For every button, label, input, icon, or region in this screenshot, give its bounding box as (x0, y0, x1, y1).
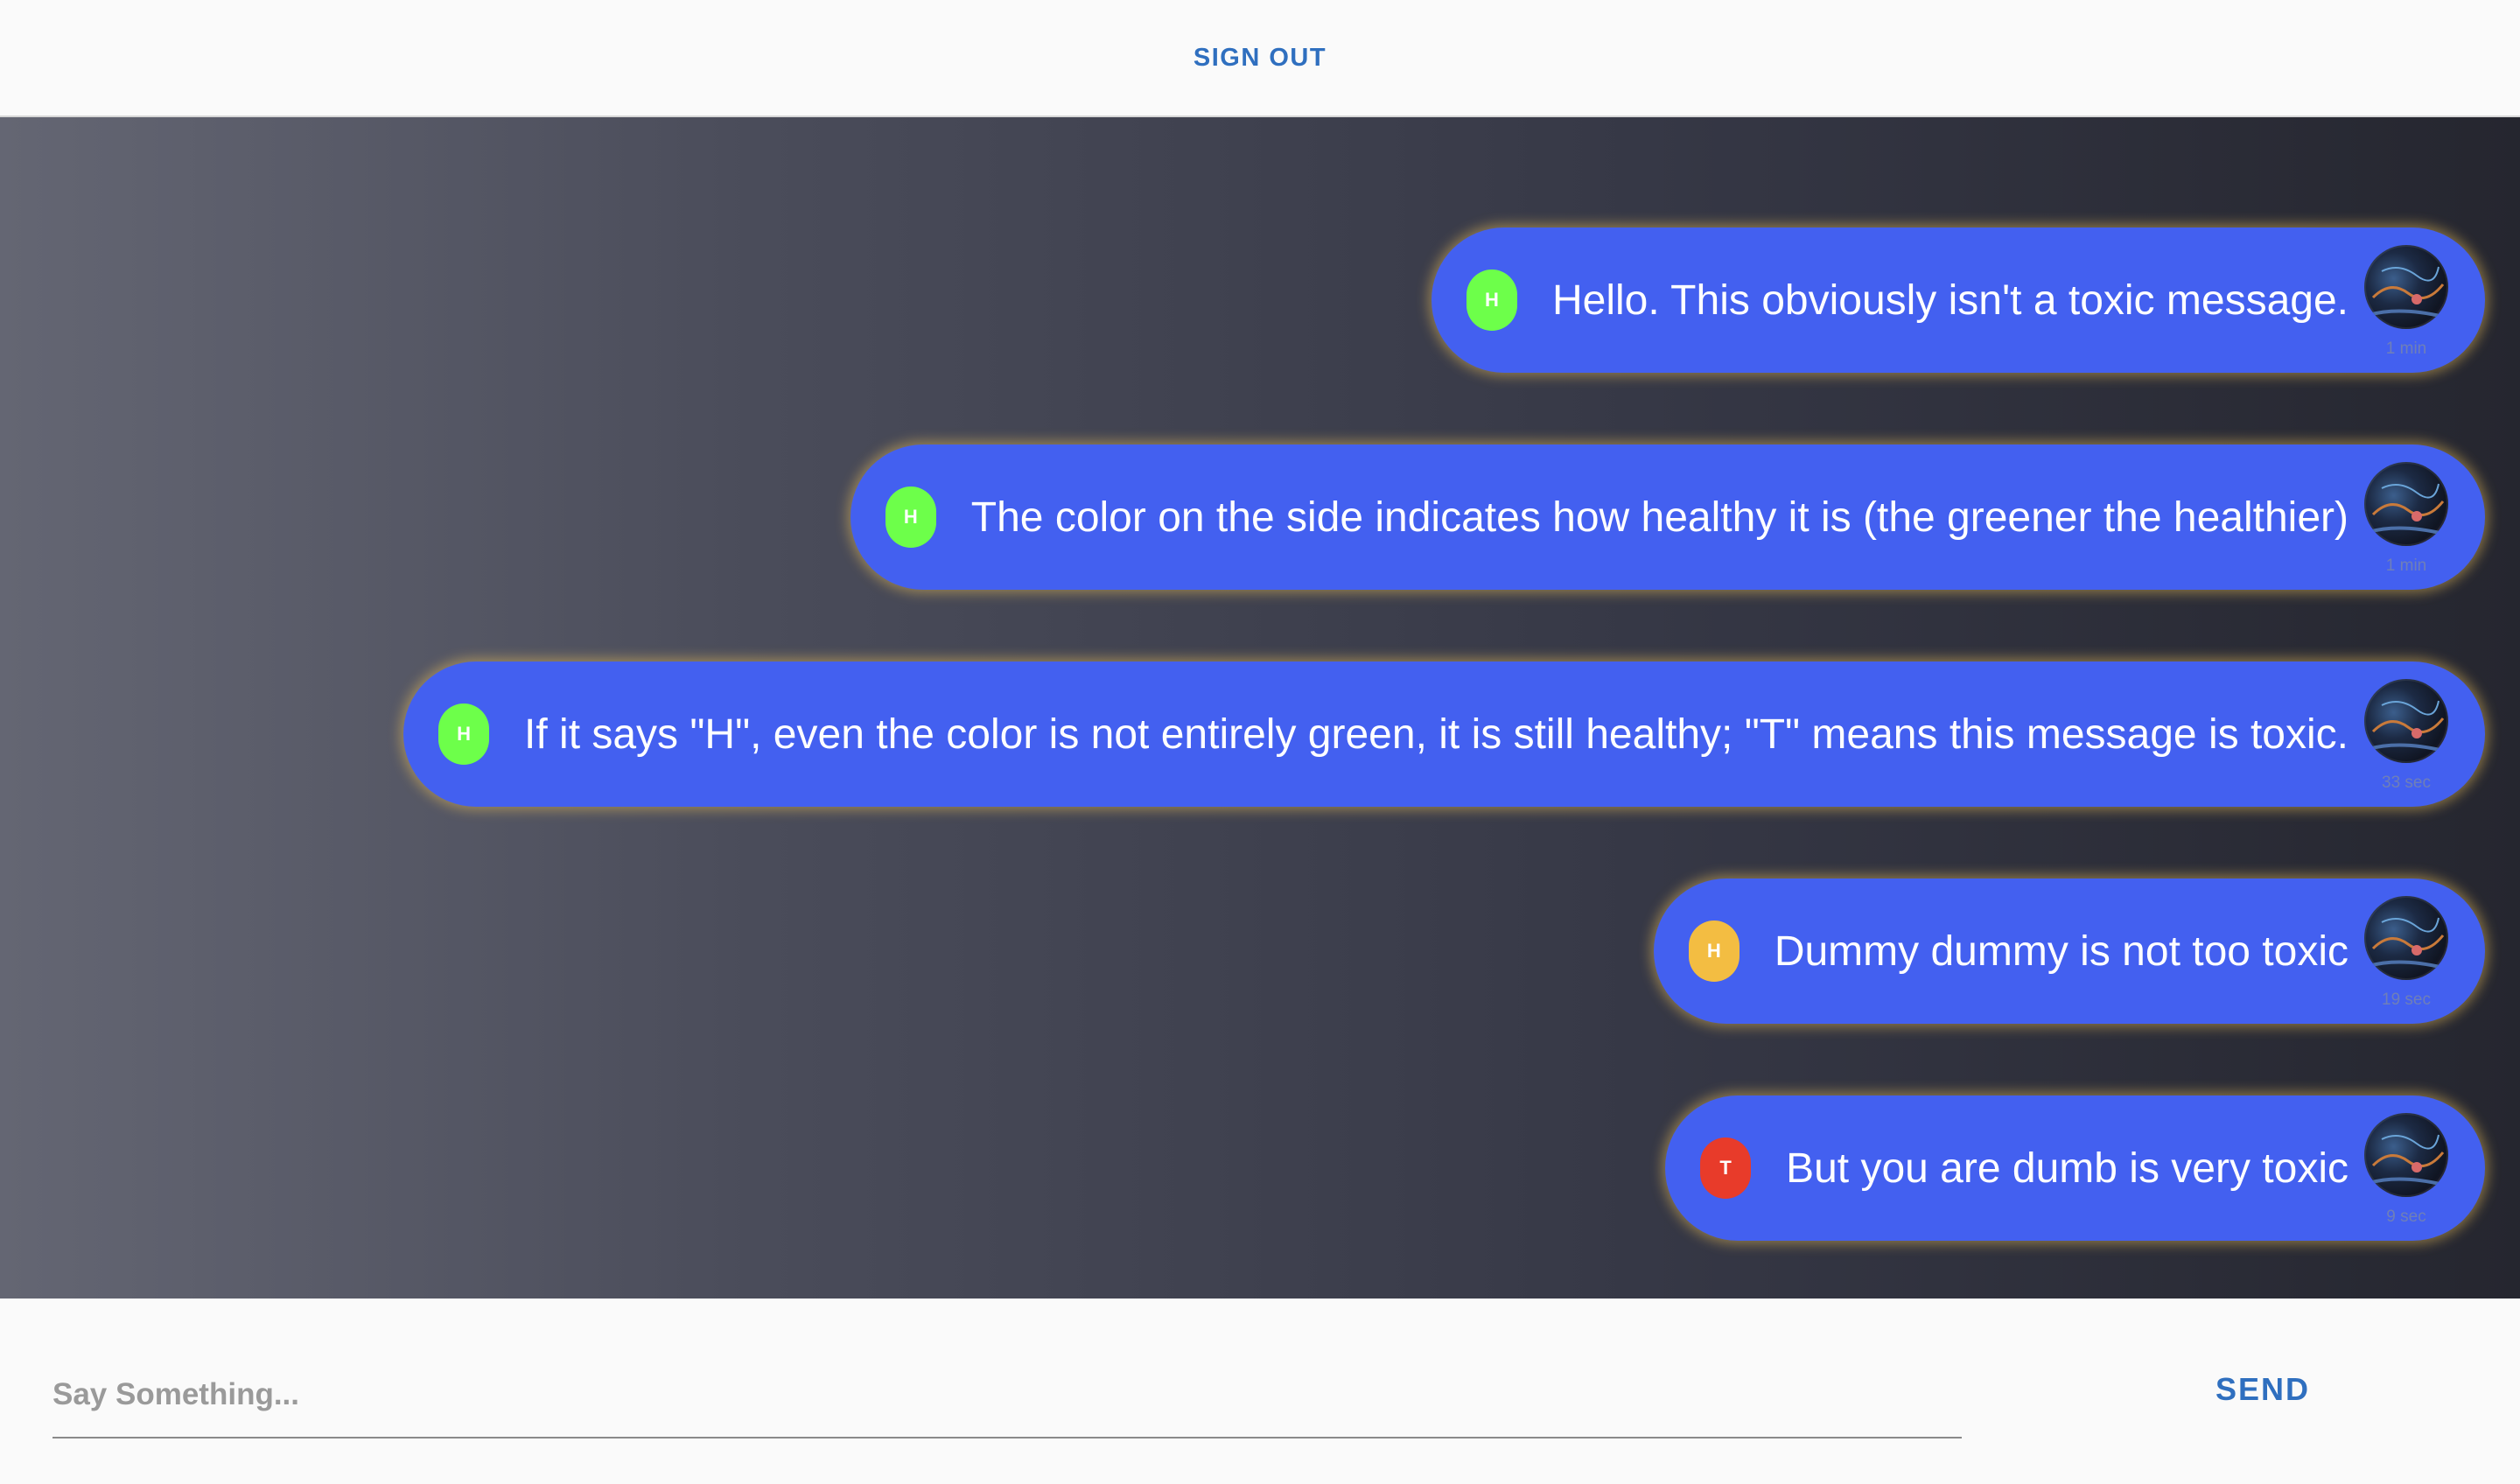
health-badge: H (1688, 920, 1740, 982)
health-badge: H (1466, 270, 1517, 331)
message-time: 1 min (2385, 556, 2427, 575)
toxic-badge: T (1700, 1138, 1752, 1199)
avatar (2364, 896, 2448, 980)
avatar (2364, 462, 2448, 546)
message-input[interactable] (52, 1353, 1962, 1438)
avatar (2364, 679, 2448, 763)
avatar (2364, 1113, 2448, 1197)
top-bar: SIGN OUT (0, 0, 2520, 117)
message-time: 19 sec (2382, 990, 2431, 1009)
message-text: The color on the side indicates how heal… (970, 494, 2348, 541)
composer: SEND (0, 1300, 2520, 1484)
health-badge: H (438, 704, 490, 765)
message-text: Hello. This obviously isn't a toxic mess… (1551, 276, 2348, 324)
avatar (2364, 245, 2448, 329)
message-time: 9 sec (2386, 1208, 2426, 1226)
message-list[interactable]: H Hello. This obviously isn't a toxic me… (0, 117, 2520, 1298)
send-button[interactable]: SEND (2184, 1354, 2342, 1424)
message-bubble: T But you are dumb is very toxic 9 sec (1665, 1096, 2485, 1241)
message-text: But you are dumb is very toxic (1786, 1144, 2348, 1192)
message-text: If it says "H", even the color is not en… (524, 710, 2348, 758)
sign-out-button[interactable]: SIGN OUT (1176, 35, 1344, 81)
message-time: 1 min (2385, 340, 2427, 358)
message-bubble: H If it says "H", even the color is not … (403, 662, 2485, 807)
message-bubble: H Hello. This obviously isn't a toxic me… (1431, 228, 2485, 373)
message-text: Dummy dummy is not too toxic (1774, 928, 2348, 975)
message-bubble: H The color on the side indicates how he… (850, 444, 2485, 590)
message-bubble: H Dummy dummy is not too toxic 19 sec (1653, 878, 2485, 1024)
message-time: 33 sec (2382, 774, 2431, 792)
health-badge: H (885, 486, 936, 548)
